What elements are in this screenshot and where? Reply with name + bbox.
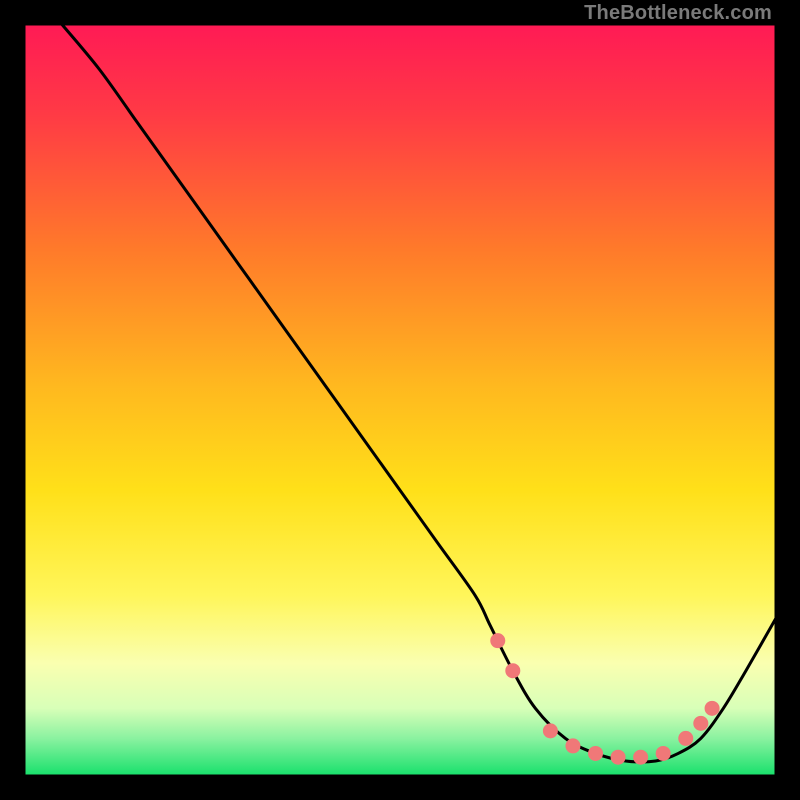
chart-frame bbox=[24, 24, 776, 776]
highlight-dot bbox=[678, 731, 693, 746]
highlight-dot bbox=[543, 723, 558, 738]
highlight-dot bbox=[565, 738, 580, 753]
highlight-dot bbox=[705, 701, 720, 716]
watermark-text: TheBottleneck.com bbox=[584, 2, 772, 25]
highlight-dot bbox=[693, 716, 708, 731]
gradient-background bbox=[24, 24, 776, 776]
bottleneck-chart bbox=[24, 24, 776, 776]
highlight-dot bbox=[588, 746, 603, 761]
highlight-dot bbox=[505, 663, 520, 678]
highlight-dot bbox=[656, 746, 671, 761]
highlight-dot bbox=[611, 750, 626, 765]
highlight-dot bbox=[490, 633, 505, 648]
highlight-dot bbox=[633, 750, 648, 765]
